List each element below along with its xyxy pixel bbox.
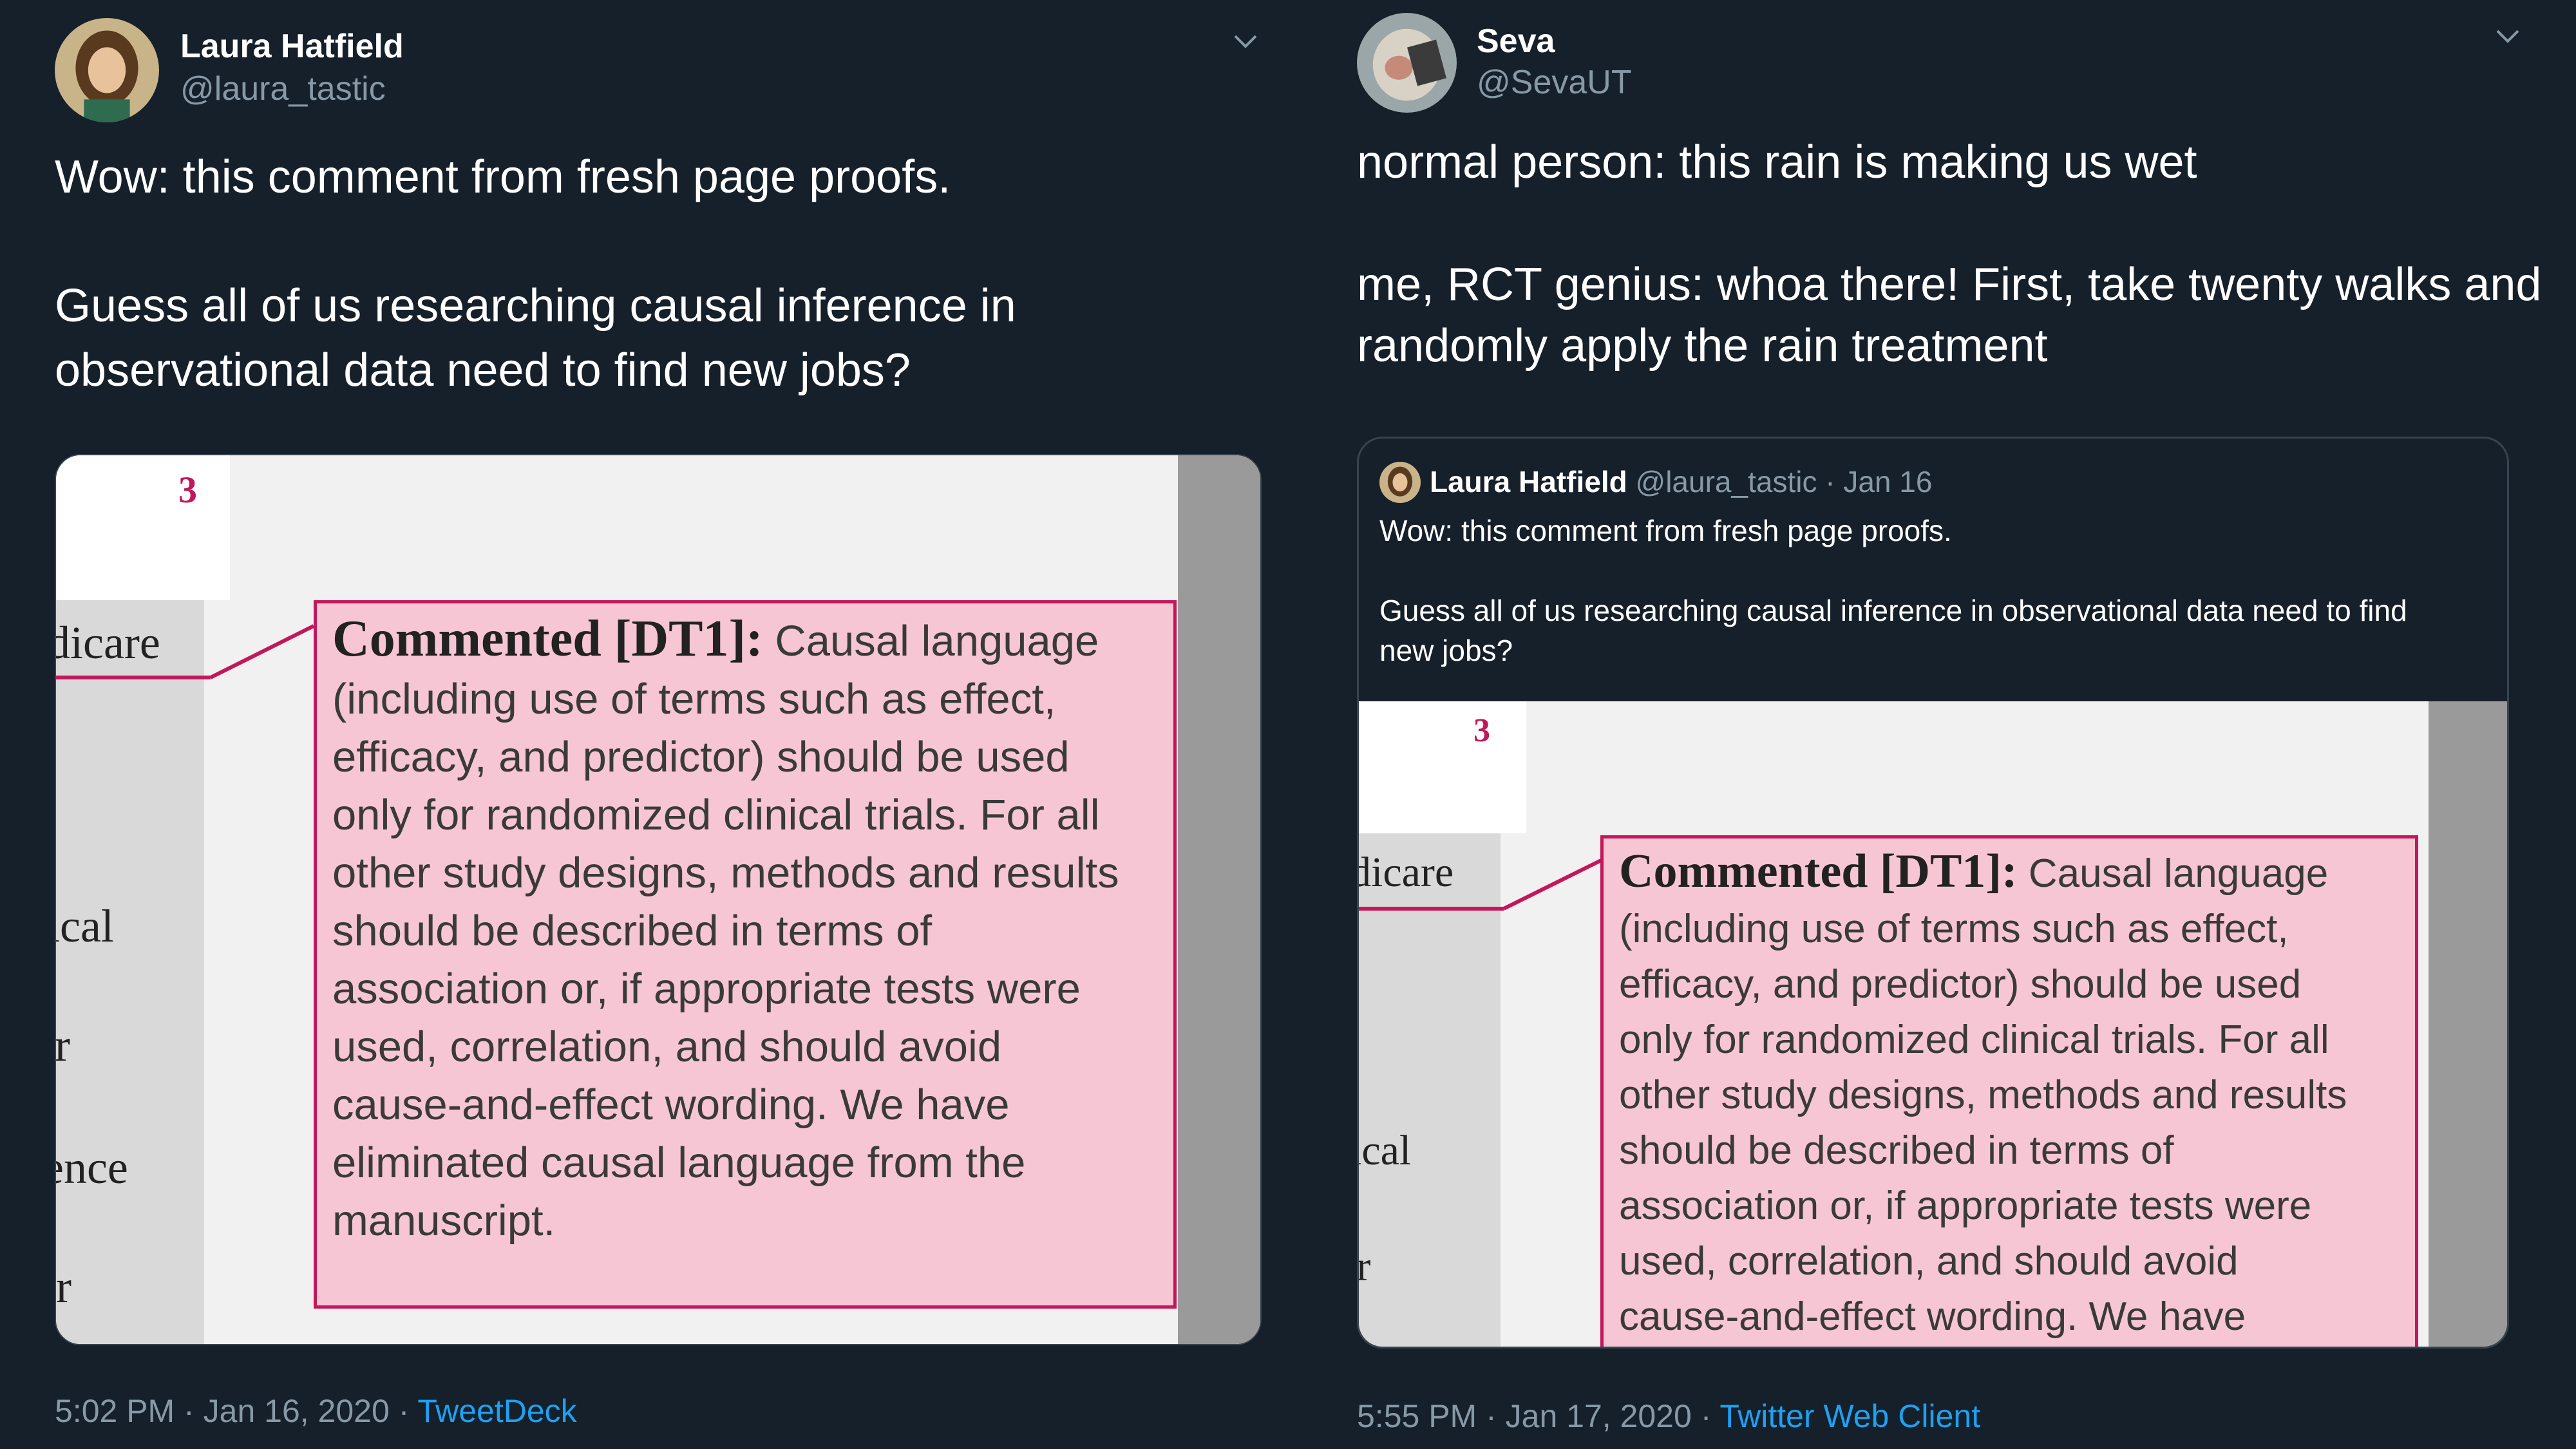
comment-line: other study designs, methods and results (1619, 1073, 2347, 1117)
separator: · (389, 1393, 418, 1429)
quoted-author-name: Laura Hatfield (1430, 465, 1627, 498)
quoted-header: Laura Hatfield @laura_tastic · Jan 16 (1430, 464, 1932, 499)
tweet-text-line: randomly apply the rain treatment (1357, 320, 2048, 372)
comment-line: should be described in terms of (1619, 1128, 2174, 1173)
cropped-word: ical (1359, 1127, 1412, 1174)
author-handle[interactable]: @laura_tastic (180, 70, 386, 108)
avatar-photo-icon (1357, 13, 1457, 113)
comment-line: Causal language (775, 617, 1099, 665)
document-scroll-area (2429, 701, 2507, 1347)
tweet-text-line: observational data need to find new jobs… (55, 345, 911, 396)
cropped-word: ical (56, 900, 114, 952)
comment-line: should be described in terms of (332, 907, 933, 955)
avatar[interactable] (55, 18, 159, 122)
tweet-date[interactable]: Jan 16, 2020 (204, 1393, 390, 1429)
author-name[interactable]: Laura Hatfield (180, 27, 404, 66)
separator: · (1817, 465, 1844, 498)
comment-line: efficacy, and predictor) should be used (1619, 962, 2302, 1007)
tweet-text-line: Wow: this comment from fresh page proofs… (55, 151, 951, 203)
tweet-image[interactable]: 3 dicare ical ir ence er Commented [DT1]… (55, 454, 1262, 1345)
comment-line: used, correlation, and should avoid (332, 1023, 1002, 1071)
author-handle[interactable]: @SevaUT (1477, 63, 1632, 102)
comment-line: association or, if appropriate tests wer… (1619, 1184, 2312, 1228)
separator: · (175, 1393, 204, 1429)
quoted-author-handle: @laura_tastic (1635, 465, 1817, 498)
cropped-word: er (55, 1261, 71, 1312)
comment-line: eliminated causal language from the (332, 1139, 1026, 1187)
quoted-text: Wow: this comment from fresh page proofs… (1379, 511, 2487, 670)
comment-line: only for randomized clinical trials. For… (1619, 1018, 2329, 1062)
quoted-tweet-image[interactable]: 3 dicare ical ir Commented [DT1]: Causal… (1359, 701, 2507, 1347)
comment-title: Commented [DT1]: (332, 611, 763, 667)
comment-connector-line (56, 624, 315, 679)
comment-line: cause-and-effect wording. We have (1619, 1294, 2246, 1339)
quoted-date: Jan 16 (1843, 465, 1933, 498)
comment-title: Commented [DT1]: (1619, 845, 2018, 898)
avatar-photo-icon (55, 18, 159, 122)
comment-connector-line (1359, 857, 1605, 911)
chevron-down-icon[interactable] (2492, 21, 2523, 52)
comment-line: used, correlation, and should avoid (1619, 1239, 2239, 1283)
quoted-text-line: Guess all of us researching causal infer… (1379, 594, 2407, 627)
tweet-text: Wow: this comment from fresh page proofs… (55, 145, 1265, 402)
comment-box: Commented [DT1]: Causal language (includ… (314, 600, 1177, 1309)
tweet-source-link[interactable]: Twitter Web Client (1719, 1398, 1980, 1434)
separator: · (1477, 1398, 1506, 1434)
comment-line: other study designs, methods and results (332, 849, 1119, 897)
document-scroll-area (1178, 455, 1260, 1344)
comment-line: (including use of terms such as effect, (332, 675, 1056, 723)
tweet-date[interactable]: Jan 17, 2020 (1506, 1398, 1692, 1434)
quoted-text-line: Wow: this comment from fresh page proofs… (1379, 514, 1952, 547)
cropped-word: ir (1359, 1242, 1370, 1291)
comment-line: efficacy, and predictor) should be used (332, 733, 1070, 781)
tweet-seva: Seva @SevaUT normal person: this rain is… (1327, 0, 2576, 1449)
comment-line: manuscript. (332, 1197, 556, 1245)
tweet-source-link[interactable]: TweetDeck (417, 1393, 576, 1429)
avatar[interactable] (1357, 13, 1457, 113)
separator: · (1691, 1398, 1720, 1434)
tweet-meta: 5:55 PM · Jan 17, 2020 · Twitter Web Cli… (1357, 1397, 1980, 1435)
quoted-text-line: new jobs? (1379, 634, 1513, 667)
comment-line: only for randomized clinical trials. For… (332, 791, 1100, 839)
quoted-avatar (1379, 462, 1421, 503)
tweet-meta: 5:02 PM · Jan 16, 2020 · TweetDeck (55, 1392, 577, 1430)
comment-box: Commented [DT1]: Causal language (includ… (1600, 835, 2418, 1347)
author-name[interactable]: Seva (1477, 22, 1555, 61)
comment-line: Causal language (2028, 851, 2329, 896)
tweet-laura-hatfield: Laura Hatfield @laura_tastic Wow: this c… (0, 0, 1288, 1449)
tweet-time[interactable]: 5:02 PM (55, 1393, 175, 1429)
tweet-time[interactable]: 5:55 PM (1357, 1398, 1477, 1434)
cropped-word: ence (56, 1142, 128, 1193)
comment-line: association or, if appropriate tests wer… (332, 965, 1081, 1013)
comment-line: (including use of terms such as effect, (1619, 907, 2289, 951)
tweet-text-line: Guess all of us researching causal infer… (55, 280, 1016, 332)
tweet-text: normal person: this rain is making us we… (1357, 132, 2555, 377)
quoted-tweet[interactable]: Laura Hatfield @laura_tastic · Jan 16 Wo… (1357, 437, 2509, 1349)
chevron-down-icon[interactable] (1230, 26, 1261, 57)
tweet-text-line: normal person: this rain is making us we… (1357, 137, 2197, 188)
cropped-word: ir (55, 1019, 70, 1071)
avatar-photo-icon (1379, 462, 1421, 503)
comment-line: cause-and-effect wording. We have (332, 1081, 1010, 1129)
tweet-text-line: me, RCT genius: whoa there! First, take … (1357, 259, 2542, 310)
